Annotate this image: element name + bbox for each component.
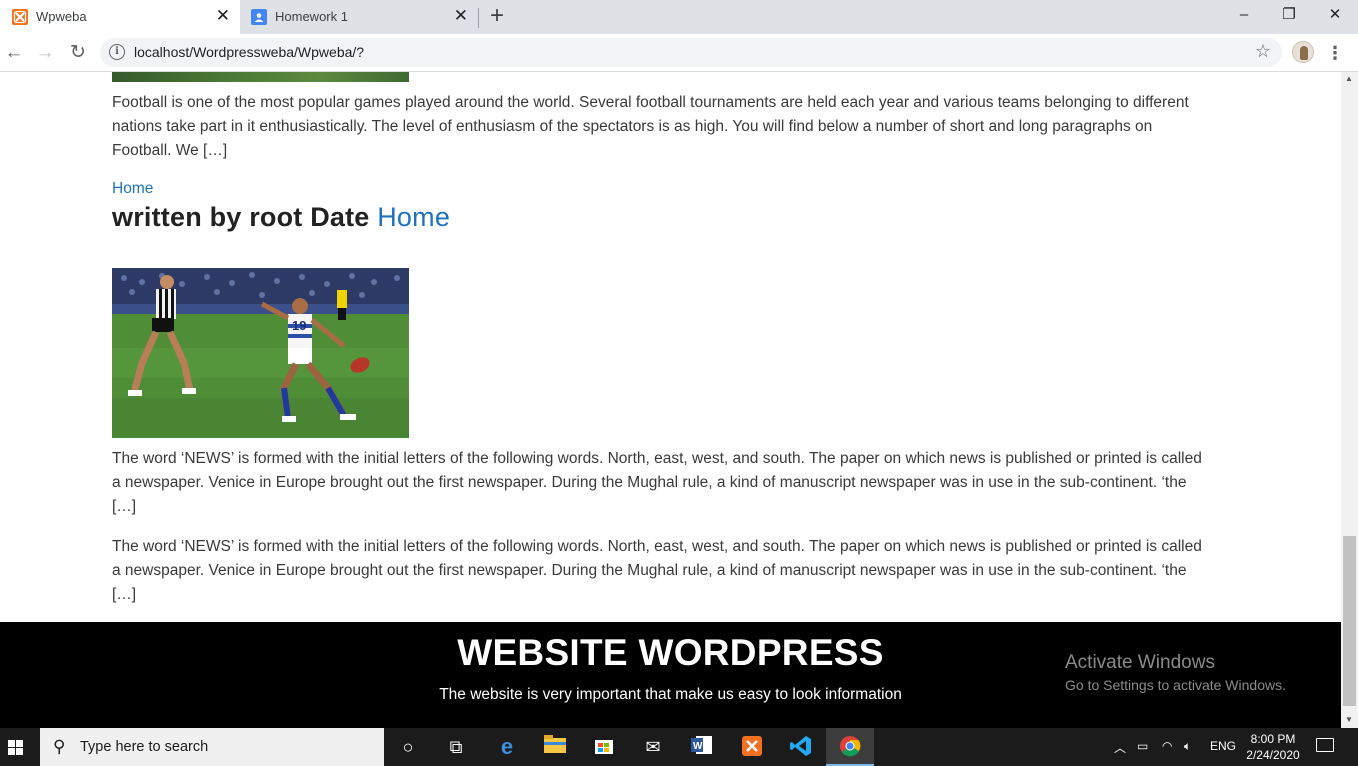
- taskbar-search-box[interactable]: ⚲ Type here to search: [40, 728, 384, 766]
- tab-close-icon[interactable]: ✕: [454, 7, 468, 25]
- forward-arrow-icon[interactable]: →: [33, 41, 57, 65]
- volume-muted-icon[interactable]: 🔈︎: [1184, 739, 1191, 754]
- bookmark-star-icon[interactable]: ☆: [1255, 41, 1271, 62]
- activate-windows-title: Activate Windows: [1065, 652, 1215, 673]
- tab-homework-1[interactable]: Homework 1 ✕: [242, 0, 478, 34]
- tab-wpweba[interactable]: Wpweba ✕: [0, 0, 240, 34]
- show-hidden-icons-chevron-icon[interactable]: ︿: [1114, 739, 1126, 756]
- cortana-icon[interactable]: ○: [396, 735, 420, 759]
- tab-title: Homework 1: [275, 9, 348, 24]
- vscode-icon[interactable]: [789, 735, 813, 759]
- new-tab-plus-icon[interactable]: +: [490, 4, 504, 28]
- clock-date: 2/24/2020: [1246, 748, 1300, 762]
- post-excerpt: The word ‘NEWS’ is formed with the initi…: [112, 538, 1202, 603]
- search-placeholder[interactable]: Type here to search: [80, 739, 208, 755]
- language-indicator[interactable]: ENG: [1210, 739, 1236, 753]
- windows-start-icon[interactable]: [0, 728, 40, 766]
- activate-windows-subtitle: Go to Settings to activate Windows.: [1065, 677, 1286, 693]
- minimize-icon[interactable]: –: [1221, 0, 1267, 30]
- post-excerpt: The word ‘NEWS’ is formed with the initi…: [112, 450, 1202, 515]
- restore-icon[interactable]: ❐: [1266, 0, 1312, 30]
- browser-toolbar: ← → ↻ i localhost/Wordpressweba/Wpweba/?…: [0, 34, 1358, 72]
- classroom-favicon-icon: [251, 9, 267, 25]
- chrome-icon[interactable]: [838, 735, 862, 759]
- post-excerpt: Football is one of the most popular game…: [112, 94, 1189, 159]
- search-icon: ⚲: [53, 737, 66, 756]
- back-arrow-icon[interactable]: ←: [2, 41, 26, 65]
- scroll-up-arrow-icon[interactable]: ▲: [1345, 74, 1353, 83]
- site-footer: WEBSITE WORDPRESS The website is very im…: [0, 622, 1341, 728]
- windows-taskbar: ⚲ Type here to search ○ ⧉ e ✉ W ︿ ▭ ◠ 🔈︎…: [0, 728, 1358, 766]
- wifi-icon[interactable]: ◠: [1162, 739, 1172, 753]
- post-meta-text: written by root Date: [112, 202, 378, 232]
- system-clock[interactable]: 8:00 PM 2/24/2020: [1238, 731, 1308, 763]
- web-page: Football is one of the most popular game…: [0, 72, 1341, 728]
- post-thumbnail-cropped[interactable]: [112, 72, 409, 82]
- tab-separator: [478, 8, 479, 28]
- mail-icon[interactable]: ✉: [641, 735, 665, 759]
- xampp-icon[interactable]: [740, 735, 764, 759]
- browser-tab-strip: Wpweba ✕ Homework 1 ✕ + – ❐ ✕: [0, 0, 1358, 34]
- site-info-icon[interactable]: i: [109, 44, 125, 60]
- store-icon[interactable]: [592, 735, 616, 759]
- profile-avatar[interactable]: [1292, 41, 1314, 63]
- task-view-icon[interactable]: ⧉: [444, 735, 468, 759]
- clock-time: 8:00 PM: [1250, 732, 1296, 746]
- action-center-icon[interactable]: [1316, 738, 1334, 752]
- file-explorer-icon[interactable]: [543, 735, 567, 759]
- url-text[interactable]: localhost/Wordpressweba/Wpweba/?: [134, 44, 364, 60]
- category-link-home[interactable]: Home: [112, 180, 153, 198]
- tab-title: Wpweba: [36, 9, 87, 24]
- page-scrollbar[interactable]: ▲ ▼: [1341, 72, 1358, 728]
- scroll-down-arrow-icon[interactable]: ▼: [1345, 715, 1353, 724]
- word-icon[interactable]: W: [690, 735, 714, 759]
- svg-text:19: 19: [292, 318, 306, 333]
- tab-close-icon[interactable]: ✕: [216, 7, 230, 25]
- svg-text:W: W: [693, 741, 703, 752]
- post-thumbnail-football[interactable]: 19: [112, 268, 409, 438]
- address-bar[interactable]: i localhost/Wordpressweba/Wpweba/? ☆: [100, 38, 1282, 67]
- edge-browser-icon[interactable]: e: [495, 735, 519, 759]
- post-meta-home-link[interactable]: Home: [377, 202, 450, 232]
- scrollbar-thumb[interactable]: [1343, 536, 1356, 706]
- reload-icon[interactable]: ↻: [66, 41, 90, 65]
- kebab-menu-icon[interactable]: ⋮: [1326, 41, 1344, 65]
- window-close-icon[interactable]: ✕: [1312, 0, 1358, 30]
- battery-icon[interactable]: ▭: [1137, 739, 1148, 753]
- xampp-favicon-icon: [12, 9, 28, 25]
- post-meta-heading: written by root Date Home: [112, 202, 450, 233]
